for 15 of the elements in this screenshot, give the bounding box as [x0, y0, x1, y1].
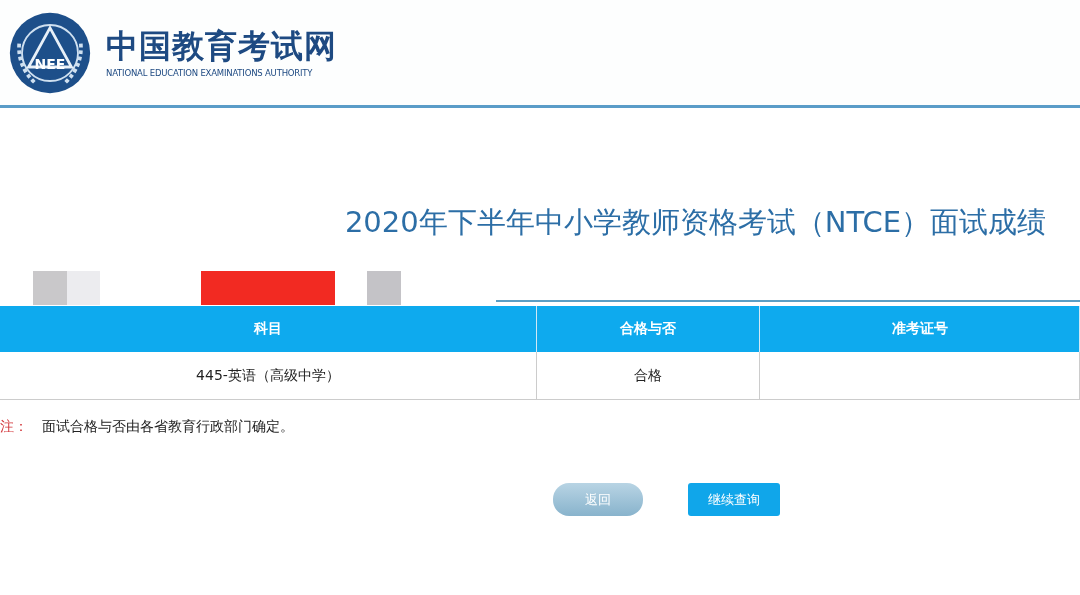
- column-header: 科目: [0, 306, 537, 352]
- query-button[interactable]: 继续查询: [688, 483, 780, 516]
- table-cell: 合格: [536, 352, 760, 400]
- note-text: 面试合格与否由各省教育行政部门确定。: [42, 418, 294, 436]
- site-name: 中国教育考试网: [106, 28, 337, 65]
- column-header: 合格与否: [536, 306, 760, 352]
- redaction-block: [367, 271, 401, 305]
- page-title: 2020年下半年中小学教师资格考试（NTCE）面试成绩: [343, 204, 1046, 241]
- table-cell: 445-英语（高级中学）: [0, 352, 537, 400]
- redaction-block: [67, 271, 100, 305]
- back-button[interactable]: 返回: [553, 483, 643, 516]
- site-name-english: NATIONAL EDUCATION EXAMINATIONS AUTHORITY: [106, 68, 314, 79]
- redaction-block: [33, 271, 67, 305]
- note-label: 注：: [0, 418, 28, 436]
- column-header: 准考证号: [759, 306, 1080, 352]
